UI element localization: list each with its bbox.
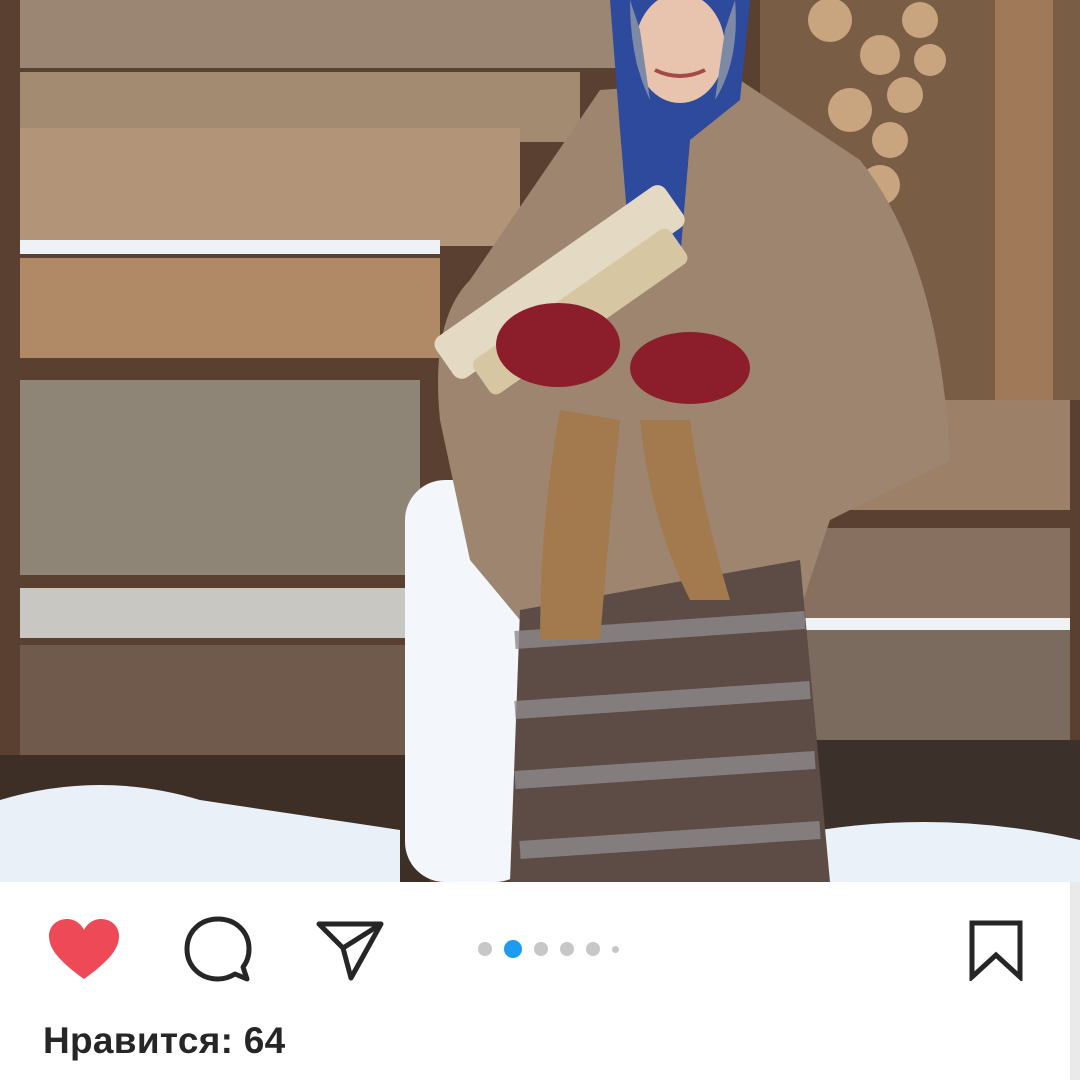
likes-count[interactable]: Нравится: 64	[43, 1020, 286, 1062]
comment-button[interactable]	[178, 912, 258, 988]
carousel-dot	[478, 942, 492, 956]
carousel-indicator	[478, 939, 619, 959]
carousel-dot	[586, 942, 600, 956]
post-action-bar	[0, 882, 1080, 1012]
carousel-dot	[612, 945, 619, 953]
carousel-dot-active	[504, 940, 522, 958]
save-button[interactable]	[956, 912, 1036, 988]
heart-icon	[49, 919, 119, 979]
comment-bubble-icon	[184, 916, 252, 982]
bookmark-icon	[969, 920, 1023, 981]
paper-plane-icon	[316, 921, 384, 981]
post-photo[interactable]	[0, 0, 1080, 882]
carousel-dot	[534, 942, 548, 956]
share-button[interactable]	[310, 912, 390, 988]
like-button[interactable]	[44, 912, 124, 988]
carousel-dot	[560, 942, 574, 956]
woodpile-photo	[0, 0, 1080, 882]
scrollbar-track	[1070, 882, 1080, 1080]
